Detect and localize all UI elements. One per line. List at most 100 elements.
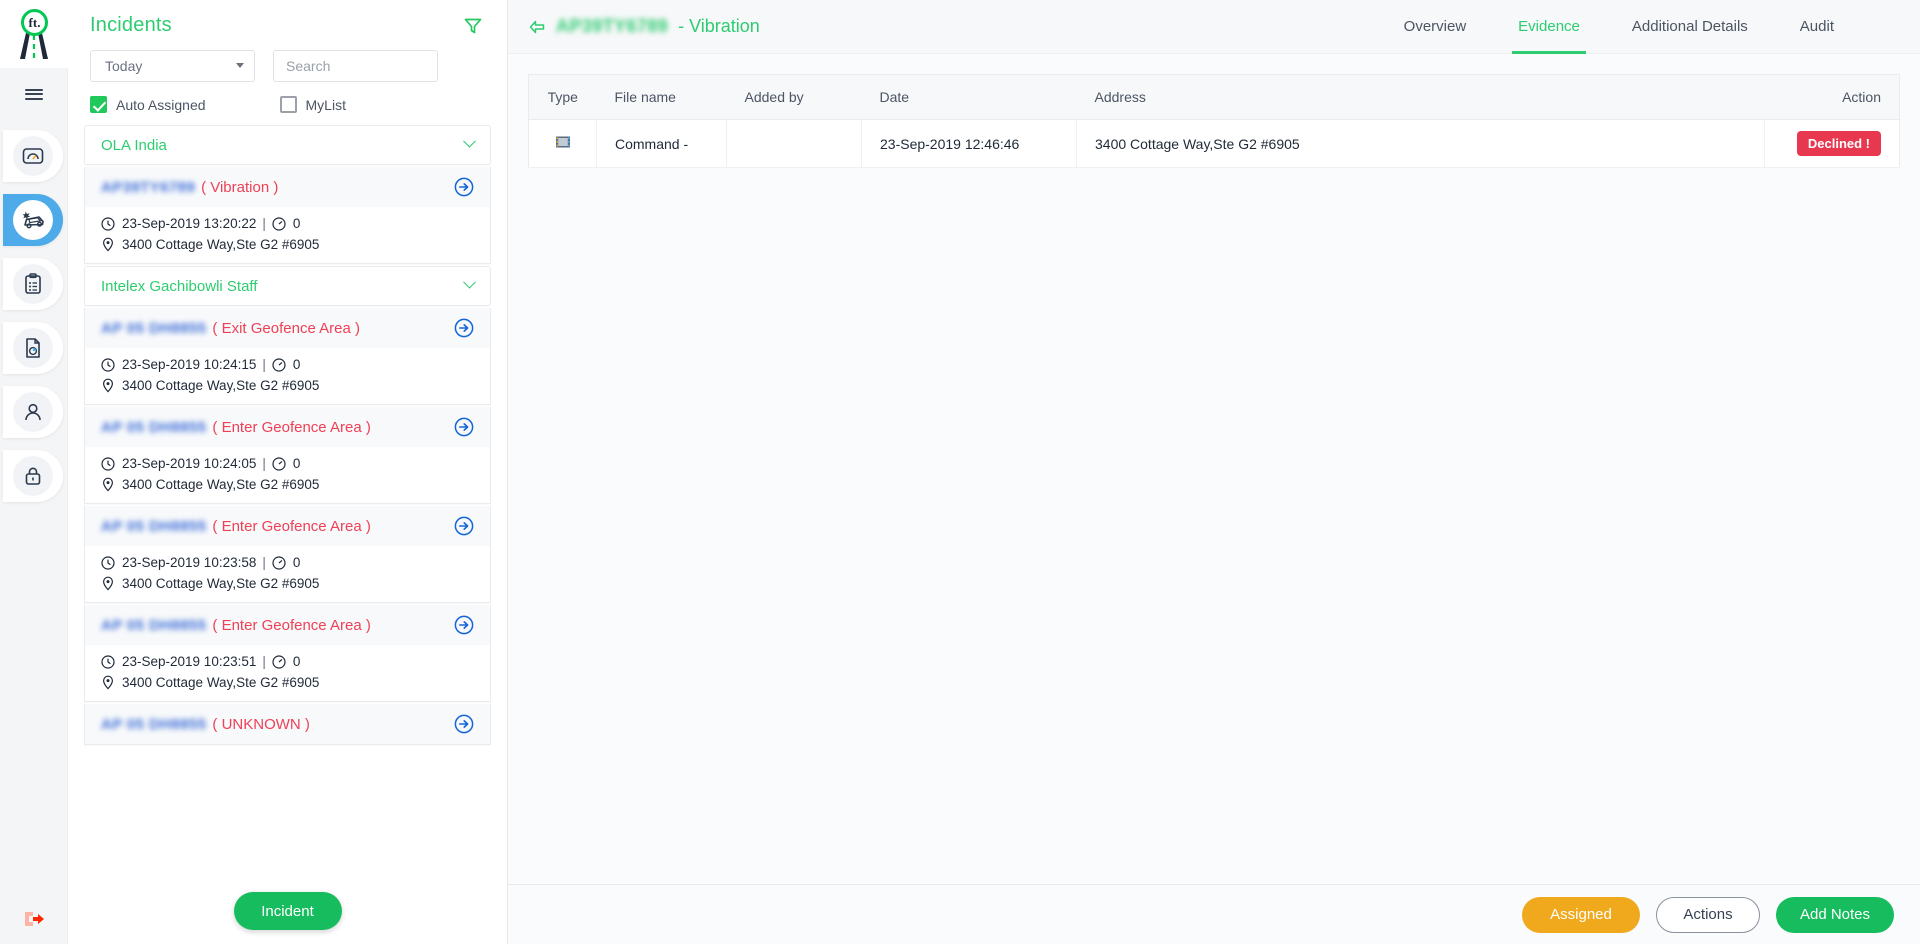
incident-count: 0 — [292, 654, 301, 669]
clock-icon — [101, 654, 115, 669]
column-header-date: Date — [861, 74, 1077, 120]
lock-security-icon — [25, 467, 40, 485]
incident-address: 3400 Cottage Way,Ste G2 #6905 — [122, 477, 320, 492]
assigned-button[interactable]: Assigned — [1522, 896, 1640, 933]
location-pin-icon — [101, 378, 115, 393]
checkbox-box — [279, 96, 297, 113]
list-item[interactable]: AP 05 DH8855 ( Enter Geofence Area ) 23-… — [84, 605, 491, 702]
back-arrow-icon — [529, 20, 545, 33]
location-pin-icon — [101, 675, 115, 690]
incident-scroll-area[interactable]: OLA India AP39TY6789 ( Vibration ) 23-Se… — [68, 125, 507, 944]
incident-address: 3400 Cottage Way,Ste G2 #6905 — [122, 576, 320, 591]
separator: | — [262, 216, 266, 231]
logout-button[interactable] — [0, 906, 68, 932]
incident-count: 0 — [292, 555, 301, 570]
sidebar-item-incidents[interactable] — [0, 188, 67, 252]
column-header-action: Action — [1764, 74, 1900, 120]
cell-address: 3400 Cottage Way,Ste G2 #6905 — [1076, 119, 1765, 168]
arrow-right-circle-icon — [454, 714, 474, 734]
incident-group-header[interactable]: Intelex Gachibowli Staff — [84, 266, 491, 306]
arrow-right-circle-icon — [454, 318, 474, 338]
search-input[interactable] — [274, 51, 437, 81]
add-incident-button[interactable]: Incident — [233, 892, 342, 930]
actions-button[interactable]: Actions — [1656, 896, 1760, 933]
separator: | — [262, 654, 266, 669]
gauge-icon — [272, 555, 286, 570]
menu-toggle-button[interactable] — [0, 68, 67, 120]
sidebar-item-tasks[interactable] — [0, 252, 67, 316]
app-logo[interactable]: ft. — [0, 0, 68, 68]
open-incident-button[interactable] — [454, 417, 474, 437]
tab-evidence[interactable]: Evidence — [1492, 0, 1606, 54]
incident-summary[interactable]: AP 05 DH8855 ( UNKNOWN ) — [85, 704, 490, 744]
tab-additional-details[interactable]: Additional Details — [1606, 0, 1774, 54]
open-incident-button[interactable] — [454, 516, 474, 536]
group-name: Intelex Gachibowli Staff — [101, 277, 258, 295]
incident-datetime: 23-Sep-2019 10:23:51 — [122, 654, 257, 669]
detail-footer: Assigned Actions Add Notes — [508, 884, 1920, 944]
incident-count: 0 — [292, 456, 301, 471]
chevron-down-icon — [463, 134, 476, 148]
incident-summary[interactable]: AP 05 DH8855 ( Enter Geofence Area ) — [85, 407, 490, 447]
status-badge[interactable]: Declined ! — [1796, 131, 1881, 156]
list-item[interactable]: AP 05 DH8855 ( UNKNOWN ) — [84, 704, 491, 745]
filter-button[interactable] — [461, 14, 485, 38]
incident-details: 23-Sep-2019 10:24:15 | 0 3400 Cottage Wa… — [85, 348, 490, 404]
cell-date: 23-Sep-2019 12:46:46 — [861, 119, 1077, 168]
open-incident-button[interactable] — [454, 714, 474, 734]
table-row[interactable]: Command - 23-Sep-2019 12:46:46 3400 Cott… — [528, 119, 1900, 168]
incident-car-alert-icon — [22, 211, 44, 229]
open-incident-button[interactable] — [454, 177, 474, 197]
incident-type: ( Enter Geofence Area ) — [212, 517, 371, 535]
search-field-wrap — [273, 50, 438, 82]
incident-type: ( Enter Geofence Area ) — [212, 616, 371, 634]
list-item[interactable]: AP 05 DH8855 ( Enter Geofence Area ) 23-… — [84, 506, 491, 603]
open-incident-button[interactable] — [454, 615, 474, 635]
dashboard-gauge-icon — [22, 148, 43, 164]
incident-datetime: 23-Sep-2019 10:24:05 — [122, 456, 257, 471]
gauge-icon — [272, 216, 286, 231]
road-icon — [20, 33, 48, 59]
add-notes-button[interactable]: Add Notes — [1776, 896, 1894, 933]
incident-summary[interactable]: AP 05 DH8855 ( Enter Geofence Area ) — [85, 506, 490, 546]
sidebar-item-security[interactable] — [0, 444, 67, 508]
vehicle-number: AP39TY6789 — [101, 178, 196, 196]
date-filter-select[interactable]: Today — [90, 50, 255, 82]
incident-datetime: 23-Sep-2019 10:24:15 — [122, 357, 257, 372]
hamburger-icon — [24, 86, 43, 102]
vehicle-number: AP 05 DH8855 — [101, 616, 207, 634]
auto-assigned-checkbox[interactable]: Auto Assigned — [90, 96, 206, 113]
column-header-added-by: Added by — [726, 74, 862, 120]
incident-summary[interactable]: AP 05 DH8855 ( Enter Geofence Area ) — [85, 605, 490, 645]
open-incident-button[interactable] — [454, 318, 474, 338]
table-body: Command - 23-Sep-2019 12:46:46 3400 Cott… — [528, 119, 1900, 168]
list-item[interactable]: AP39TY6789 ( Vibration ) 23-Sep-2019 13:… — [84, 167, 491, 264]
table-header: Type File name Added by Date Address Act… — [528, 74, 1900, 120]
location-pin-icon — [101, 477, 115, 492]
sidebar-item-users[interactable] — [0, 380, 67, 444]
mylist-checkbox[interactable]: MyList — [279, 96, 346, 113]
rail-item-list — [0, 124, 67, 508]
left-icon-rail: ft. — [0, 0, 68, 944]
group-name: OLA India — [101, 136, 167, 154]
logo-circle: ft. — [21, 9, 48, 36]
arrow-right-circle-icon — [454, 417, 474, 437]
incident-summary[interactable]: AP 05 DH8855 ( Exit Geofence Area ) — [85, 308, 490, 348]
sidebar-item-reports[interactable] — [0, 316, 67, 380]
list-item[interactable]: AP 05 DH8855 ( Exit Geofence Area ) 23-S… — [84, 308, 491, 405]
table-header-row: Type File name Added by Date Address Act… — [528, 74, 1900, 120]
back-button[interactable] — [528, 18, 546, 36]
list-item[interactable]: AP 05 DH8855 ( Enter Geofence Area ) 23-… — [84, 407, 491, 504]
sidebar-item-dashboard[interactable] — [0, 124, 67, 188]
incident-details: 23-Sep-2019 13:20:22 | 0 3400 Cottage Wa… — [85, 207, 490, 263]
incident-detail-panel: AP39TY6789 - Vibration Overview Evidence… — [508, 0, 1920, 944]
cell-action: Declined ! — [1764, 119, 1900, 168]
detail-tabs: Overview Evidence Additional Details Aud… — [1378, 0, 1920, 54]
incident-summary[interactable]: AP39TY6789 ( Vibration ) — [85, 167, 490, 207]
arrow-right-circle-icon — [454, 615, 474, 635]
report-document-icon — [25, 338, 40, 358]
tab-audit[interactable]: Audit — [1774, 0, 1860, 54]
breadcrumb: AP39TY6789 - Vibration — [528, 16, 760, 37]
tab-overview[interactable]: Overview — [1378, 0, 1493, 54]
incident-group-header[interactable]: OLA India — [84, 125, 491, 165]
